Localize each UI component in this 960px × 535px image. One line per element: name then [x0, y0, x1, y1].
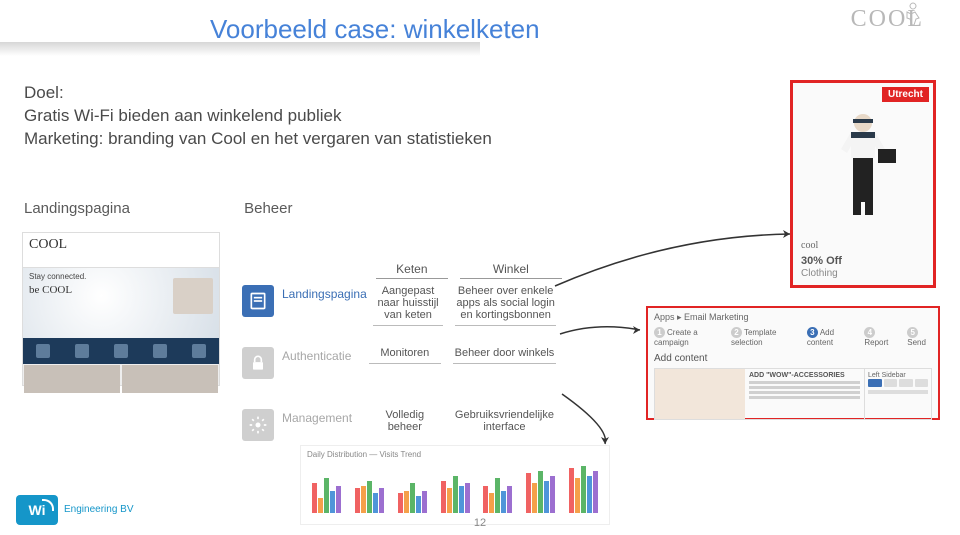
mail-sidebar-label: Left Sidebar	[868, 372, 928, 379]
goal-heading: Doel:	[24, 82, 492, 105]
cell-keten: Monitoren	[363, 347, 447, 364]
brand-logo: COOL	[851, 6, 924, 33]
promo-box: Utrecht cool 30% Off Clothing	[790, 80, 936, 288]
col-winkel: Winkel	[460, 262, 562, 279]
cell-winkel: Beheer door winkels	[447, 347, 562, 364]
col-keten: Keten	[376, 262, 448, 279]
mail-sidebar: Left Sidebar	[864, 369, 931, 419]
cell-keten: Volledig beheer	[363, 409, 447, 433]
chart-title: Daily Distribution — Visits Trend	[307, 450, 603, 459]
row-label: Landingspagina	[282, 285, 367, 301]
mail-preview-image	[655, 369, 745, 419]
brand-figure-icon	[898, 0, 928, 30]
mail-preview: ADD "WOW"-ACCESSORIES Left Sidebar	[654, 368, 932, 420]
fashion-figure-icon	[823, 109, 903, 229]
mail-steps: 1Create a campaign 2Template selection 3…	[648, 327, 938, 347]
promo-offer: 30% Off	[801, 255, 842, 267]
mail-headline: ADD "WOW"-ACCESSORIES	[749, 372, 860, 379]
gear-icon	[242, 409, 274, 441]
management-table: Keten Winkel Landingspagina Aangepast na…	[242, 262, 562, 471]
mail-format-buttons	[868, 379, 928, 387]
footer-logo-mark: Wi	[16, 495, 58, 525]
lp-tagline: Stay connected.	[29, 272, 86, 281]
arrow-icon	[550, 226, 800, 296]
row-label: Authenticatie	[282, 347, 363, 363]
mail-preview-text: ADD "WOW"-ACCESSORIES	[745, 369, 864, 419]
mail-step: 2Template selection	[731, 327, 793, 347]
lp-hero: Stay connected. be COOL	[23, 268, 219, 338]
cell-keten: Aangepast naar huisstijl van keten	[367, 285, 450, 326]
mail-step: 1Create a campaign	[654, 327, 717, 347]
title-bar: Voorbeeld case: winkelketen	[0, 14, 960, 54]
mail-step: 5Send	[907, 327, 932, 347]
cell-winkel: Gebruiksvriendelijke interface	[447, 409, 562, 433]
section-landingspagina: Landingspagina	[24, 200, 130, 217]
mail-breadcrumb: Apps ▸ Email Marketing	[648, 308, 938, 327]
row-label: Management	[282, 409, 363, 425]
table-row: Landingspagina Aangepast naar huisstijl …	[242, 285, 562, 333]
table-row: Authenticatie Monitoren Beheer door wink…	[242, 347, 562, 395]
lp-logo: COOL	[23, 233, 219, 268]
arrow-icon	[558, 320, 648, 350]
section-heads: Landingspagina Beheer	[24, 200, 292, 217]
page-number: 12	[474, 517, 486, 529]
mail-heading: Add content	[648, 347, 938, 366]
goal-block: Doel: Gratis Wi-Fi bieden aan winkelend …	[24, 82, 492, 151]
table-head: Keten Winkel	[376, 262, 562, 279]
lock-icon	[242, 347, 274, 379]
landingpage-thumbnail: COOL Stay connected. be COOL	[22, 232, 220, 386]
email-marketing-box: Apps ▸ Email Marketing 1Create a campaig…	[646, 306, 940, 420]
goal-line2: Marketing: branding van Cool en het verg…	[24, 128, 492, 151]
lp-icon-row	[23, 338, 219, 364]
lp-hero-card	[173, 278, 213, 314]
mail-step: 4Report	[864, 327, 893, 347]
slide-title: Voorbeeld case: winkelketen	[210, 14, 540, 45]
goal-line1: Gratis Wi-Fi bieden aan winkelend publie…	[24, 105, 492, 128]
lp-hero-text: be COOL	[29, 284, 72, 296]
promo-location: Utrecht	[882, 87, 929, 102]
footer-logo: Wi Engineering BV	[16, 495, 134, 525]
mail-step: 3Add content	[807, 327, 851, 347]
lp-footer-images	[23, 364, 219, 394]
promo-brand: cool	[801, 240, 818, 251]
footer-logo-text: Engineering BV	[64, 505, 134, 515]
chart-bars	[307, 463, 603, 513]
daily-distribution-chart: Daily Distribution — Visits Trend	[300, 445, 610, 525]
section-beheer: Beheer	[244, 200, 292, 217]
page-icon	[242, 285, 274, 317]
arrow-icon	[560, 388, 640, 448]
cell-winkel: Beheer over enkele apps als social login…	[449, 285, 562, 326]
promo-category: Clothing	[801, 268, 838, 279]
